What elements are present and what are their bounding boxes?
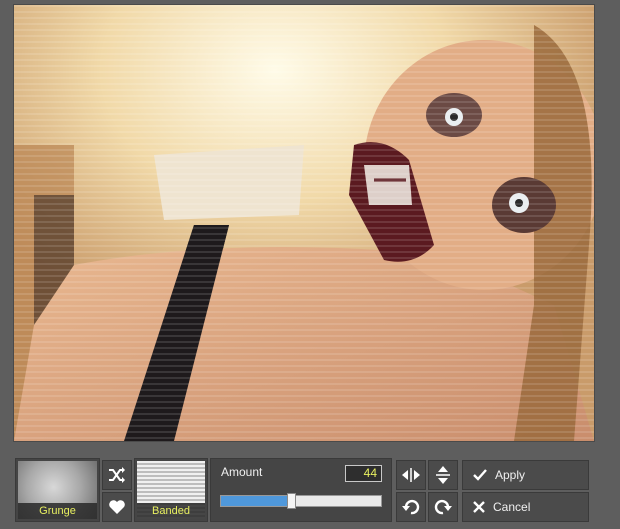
apply-button[interactable]: Apply xyxy=(462,460,589,490)
amount-slider[interactable] xyxy=(220,493,382,509)
rotate-right-button[interactable] xyxy=(428,492,458,522)
apply-label: Apply xyxy=(495,468,526,482)
amount-label: Amount xyxy=(221,465,263,479)
photo-image xyxy=(14,5,594,441)
amount-slider-handle[interactable] xyxy=(287,493,297,509)
flip-horizontal-icon xyxy=(402,468,420,482)
banded-filter-tile[interactable]: Banded xyxy=(134,458,208,522)
flip-vertical-icon xyxy=(436,466,450,484)
grunge-thumbnail: Grunge xyxy=(18,461,97,519)
flip-horizontal-button[interactable] xyxy=(396,460,426,490)
cancel-label: Cancel xyxy=(493,500,531,514)
rotate-left-button[interactable] xyxy=(396,492,426,522)
flip-vertical-button[interactable] xyxy=(428,460,458,490)
rotate-right-icon xyxy=(434,499,452,515)
grunge-filter-tile[interactable]: Grunge xyxy=(15,458,100,522)
cancel-button[interactable]: Cancel xyxy=(462,492,589,522)
photo-canvas xyxy=(13,4,595,442)
heart-icon xyxy=(109,500,125,514)
shuffle-button[interactable] xyxy=(102,460,132,490)
amount-value[interactable]: 44 xyxy=(345,465,382,482)
rotate-left-icon xyxy=(402,499,420,515)
grunge-label: Grunge xyxy=(18,503,97,519)
amount-slider-fill xyxy=(221,496,292,506)
banded-label: Banded xyxy=(137,503,205,519)
favorite-button[interactable] xyxy=(102,492,132,522)
close-icon xyxy=(473,501,485,513)
shuffle-icon xyxy=(109,467,125,483)
banded-thumbnail: Banded xyxy=(137,461,205,519)
check-icon xyxy=(473,469,487,481)
